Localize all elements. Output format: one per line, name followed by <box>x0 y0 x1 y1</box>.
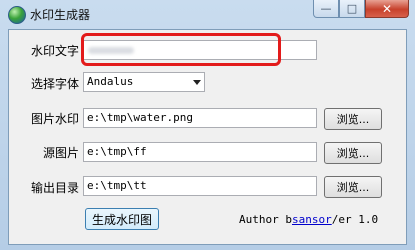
minimize-button[interactable]: — <box>313 0 339 18</box>
output-dir-input[interactable]: e:\tmp\tt <box>83 176 317 196</box>
image-watermark-input[interactable]: e:\tmp\water.png <box>83 108 317 128</box>
generate-watermark-button[interactable]: 生成水印图 <box>85 208 159 230</box>
app-globe-icon <box>8 6 26 24</box>
font-label: 选择字体 <box>30 77 79 91</box>
browse-source-image-button[interactable]: 浏览... <box>324 142 382 164</box>
browse-output-dir-button[interactable]: 浏览... <box>324 176 382 198</box>
output-dir-label: 输出目录 <box>30 181 79 195</box>
author-link[interactable]: sansor <box>292 213 332 226</box>
app-window: 水印生成器 — □ ✕ 水印文字 选择字体 Andalus 图片水印 e:\tm… <box>0 0 415 250</box>
title-bar[interactable]: 水印生成器 — □ ✕ <box>0 0 415 28</box>
font-select[interactable]: Andalus <box>83 72 205 92</box>
maximize-button[interactable]: □ <box>339 0 365 18</box>
source-image-label: 源图片 <box>42 146 79 160</box>
dropdown-arrow-icon[interactable] <box>193 80 201 85</box>
form-panel: 水印文字 选择字体 Andalus 图片水印 e:\tmp\water.png … <box>8 29 407 245</box>
font-select-value: Andalus <box>87 75 134 88</box>
close-button[interactable]: ✕ <box>365 0 409 18</box>
author-credit: Author bsansor/er 1.0 <box>239 213 379 226</box>
source-image-input[interactable]: e:\tmp\ff <box>83 142 317 162</box>
red-highlight-box <box>81 33 281 66</box>
watermark-text-label: 水印文字 <box>30 44 79 58</box>
browse-image-watermark-button[interactable]: 浏览... <box>324 108 382 130</box>
image-watermark-label: 图片水印 <box>30 112 79 126</box>
window-title: 水印生成器 <box>30 8 91 22</box>
